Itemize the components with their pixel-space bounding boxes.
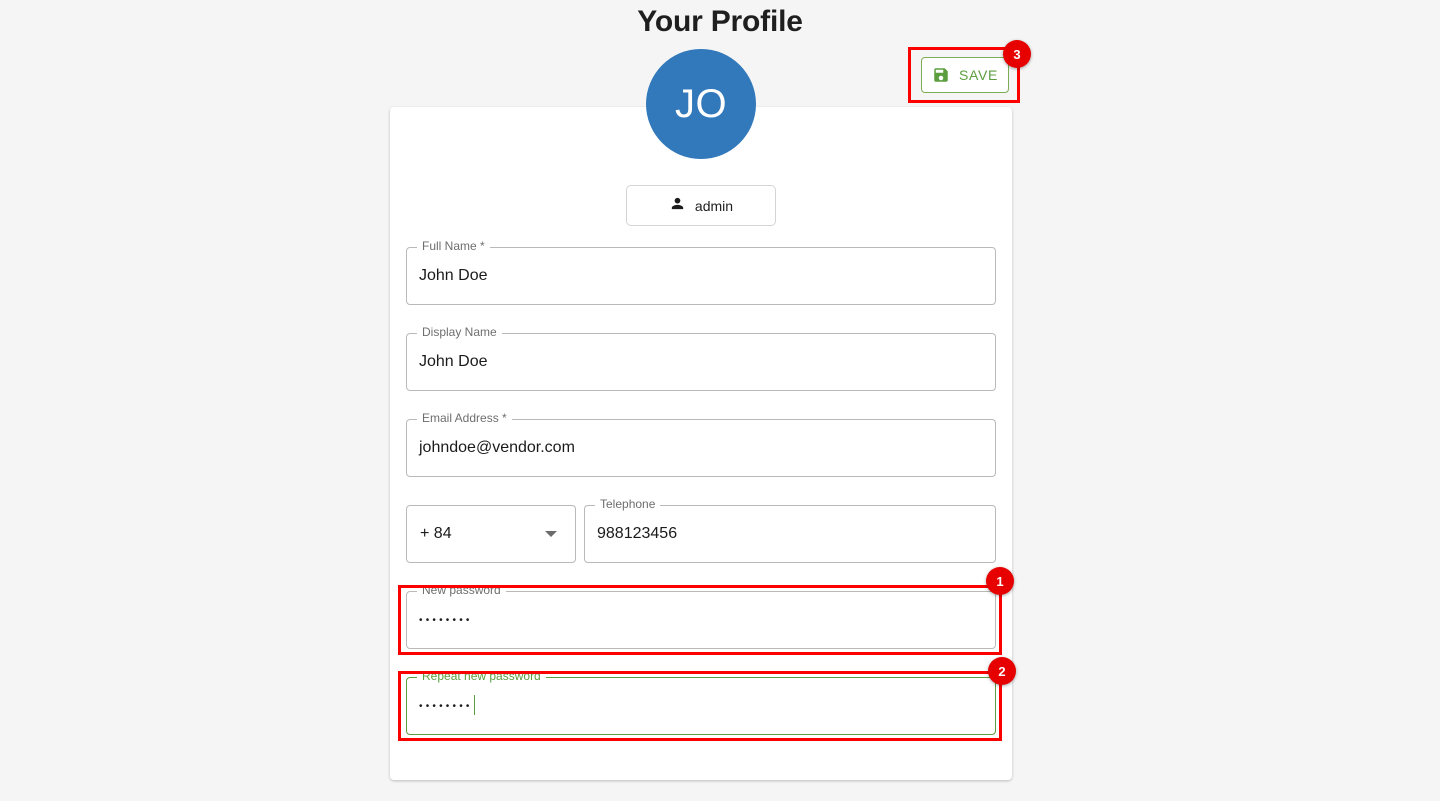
role-chip[interactable]: admin bbox=[626, 185, 776, 226]
avatar-initials: JO bbox=[674, 81, 728, 126]
save-floppy-icon bbox=[932, 66, 950, 84]
annotation-badge-3: 3 bbox=[1003, 40, 1031, 68]
country-code-value: + 84 bbox=[420, 525, 452, 542]
email-input[interactable]: johndoe@vendor.com bbox=[419, 419, 984, 477]
save-button-wrapper: SAVE bbox=[914, 50, 1016, 100]
telephone-field[interactable]: Telephone 988123456 bbox=[584, 498, 996, 563]
profile-page: Your Profile SAVE JO admin Full Name * J… bbox=[0, 0, 1440, 801]
repeat-password-masked-value: •••••••• bbox=[419, 701, 473, 712]
annotation-badge-1: 1 bbox=[986, 567, 1014, 595]
display-name-input[interactable]: John Doe bbox=[419, 333, 984, 391]
new-password-field[interactable]: New password •••••••• bbox=[406, 584, 996, 649]
save-button-label: SAVE bbox=[958, 67, 999, 83]
new-password-masked-value: •••••••• bbox=[419, 615, 473, 626]
country-code-select[interactable]: + 84 bbox=[406, 505, 576, 563]
repeat-password-field[interactable]: Repeat new password •••••••• bbox=[406, 670, 996, 735]
telephone-input[interactable]: 988123456 bbox=[597, 505, 984, 563]
email-field[interactable]: Email Address * johndoe@vendor.com bbox=[406, 412, 996, 477]
page-title: Your Profile bbox=[637, 5, 803, 38]
full-name-input[interactable]: John Doe bbox=[419, 247, 984, 305]
chevron-down-icon bbox=[545, 531, 557, 537]
avatar[interactable]: JO bbox=[646, 49, 756, 159]
annotation-badge-2: 2 bbox=[988, 657, 1016, 685]
role-chip-label: admin bbox=[694, 197, 734, 214]
new-password-input[interactable]: •••••••• bbox=[419, 591, 984, 649]
repeat-password-input[interactable]: •••••••• bbox=[419, 677, 984, 735]
full-name-field[interactable]: Full Name * John Doe bbox=[406, 240, 996, 305]
save-button[interactable]: SAVE bbox=[921, 57, 1009, 93]
text-cursor bbox=[473, 695, 475, 715]
display-name-field[interactable]: Display Name John Doe bbox=[406, 326, 996, 391]
person-icon bbox=[669, 195, 686, 217]
